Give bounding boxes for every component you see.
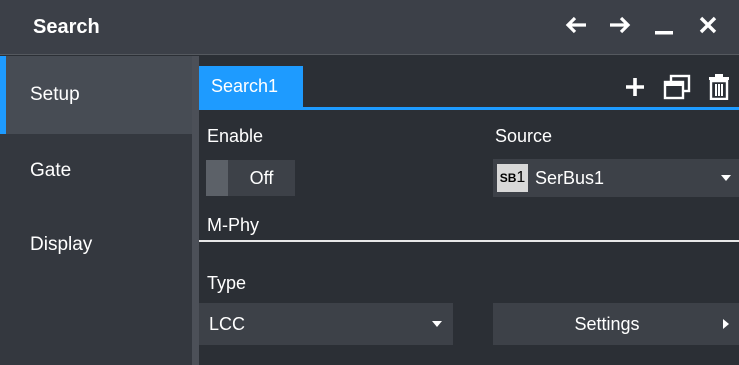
sidebar-item-label: Setup: [30, 84, 80, 105]
tab-label: Search1: [211, 76, 279, 96]
sidebar-item-display[interactable]: Display: [0, 206, 192, 284]
arrow-left-icon[interactable]: [565, 13, 587, 37]
section-title: M-Phy: [207, 215, 260, 235]
panel-divider: [192, 56, 199, 365]
sidebar: Setup Gate Display: [0, 56, 192, 365]
toggle-state: Off: [249, 167, 274, 188]
type-value: LCC: [209, 314, 246, 334]
sidebar-item-setup[interactable]: Setup: [0, 56, 192, 134]
tab-strip: Search1: [199, 66, 739, 110]
search-panel: Search1 Enable Off Source SB 1 SerBus1 M…: [199, 56, 739, 365]
toggle-knob: [206, 160, 228, 196]
type-label: Type: [207, 273, 247, 293]
settings-button[interactable]: Settings: [493, 303, 739, 345]
close-icon[interactable]: [697, 13, 719, 37]
enable-toggle[interactable]: Off: [206, 160, 295, 196]
minimize-icon[interactable]: [653, 13, 675, 37]
sidebar-item-gate[interactable]: Gate: [0, 132, 192, 210]
tab-search1[interactable]: Search1: [199, 66, 303, 107]
chevron-down-icon: [721, 175, 731, 181]
chevron-right-icon: [723, 319, 729, 329]
sidebar-item-label: Gate: [30, 160, 72, 181]
window-controls: [565, 13, 719, 37]
tab-tools: [615, 66, 739, 107]
source-value: SerBus1: [535, 168, 605, 188]
source-label: Source: [495, 126, 553, 146]
plus-icon[interactable]: [615, 66, 655, 107]
settings-label: Settings: [574, 314, 640, 334]
copy-window-icon[interactable]: [655, 66, 697, 107]
enable-label: Enable: [207, 126, 264, 146]
arrow-right-icon[interactable]: [609, 13, 631, 37]
section-divider: [199, 240, 739, 242]
window-title: Search: [33, 16, 100, 38]
source-dropdown[interactable]: SB 1 SerBus1: [493, 159, 739, 197]
sidebar-item-label: Display: [30, 234, 93, 255]
badge-number: 1: [516, 169, 526, 186]
serbus-badge: SB 1: [497, 164, 528, 192]
type-dropdown[interactable]: LCC: [199, 303, 453, 345]
trash-icon[interactable]: [697, 66, 739, 107]
chevron-down-icon: [432, 321, 442, 327]
title-bar: Search: [0, 0, 739, 55]
badge-prefix: SB: [499, 171, 517, 185]
